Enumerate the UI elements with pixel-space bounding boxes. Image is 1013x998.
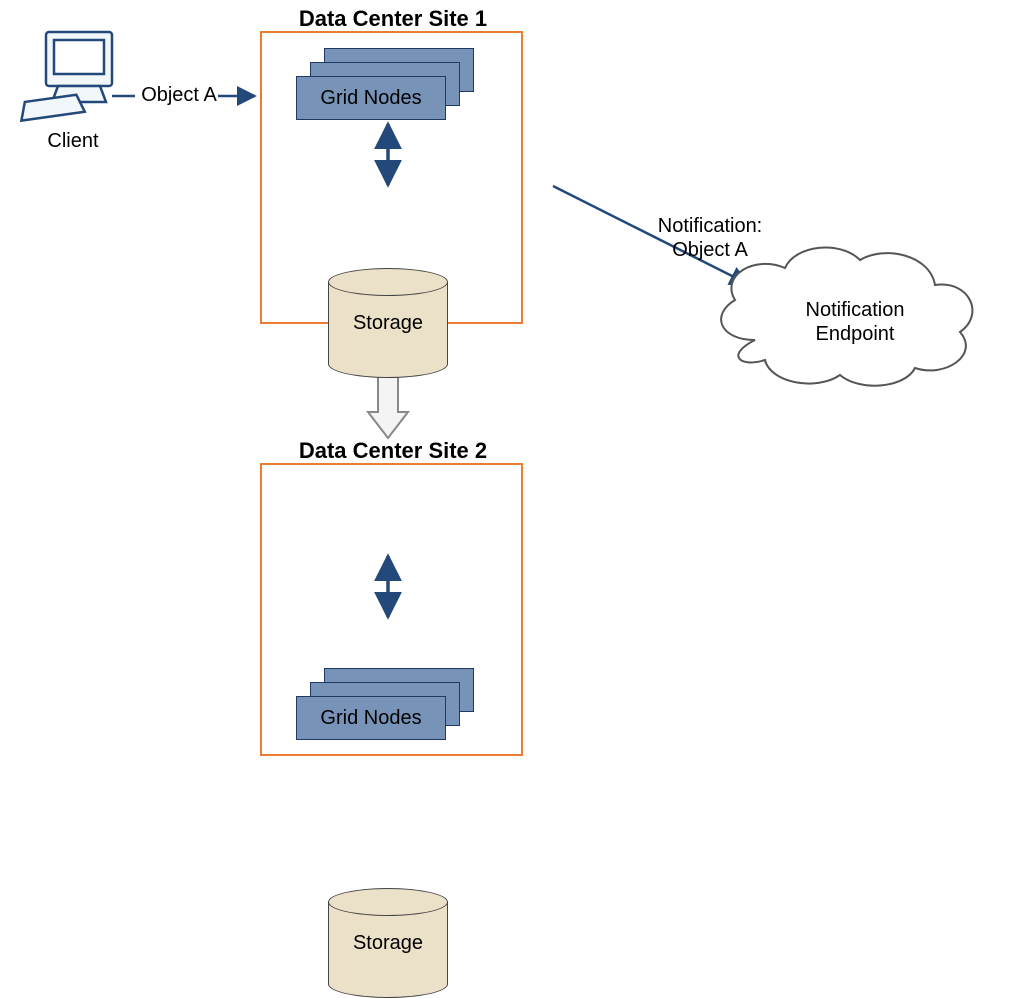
- site2-grid-nodes: Grid Nodes: [296, 668, 476, 746]
- site1-storage-label: Storage: [353, 312, 423, 335]
- site2-title: Data Center Site 2: [268, 438, 518, 464]
- client-icon: [19, 32, 112, 121]
- endpoint-label: Notification Endpoint: [790, 298, 920, 346]
- site2-storage-label: Storage: [353, 932, 423, 955]
- site2-grid-label: Grid Nodes: [320, 707, 421, 730]
- notification-label: Notification: Object A: [640, 214, 780, 262]
- client-label: Client: [28, 130, 118, 153]
- site1-title: Data Center Site 1: [268, 6, 518, 32]
- site1-storage: Storage: [328, 268, 448, 378]
- object-label: Object A: [134, 84, 224, 107]
- site1-grid-label: Grid Nodes: [320, 87, 421, 110]
- site2-storage: Storage: [328, 888, 448, 998]
- diagram-stage: Client Object A Data Center Site 1 Grid …: [0, 0, 1013, 811]
- site1-grid-nodes: Grid Nodes: [296, 48, 476, 126]
